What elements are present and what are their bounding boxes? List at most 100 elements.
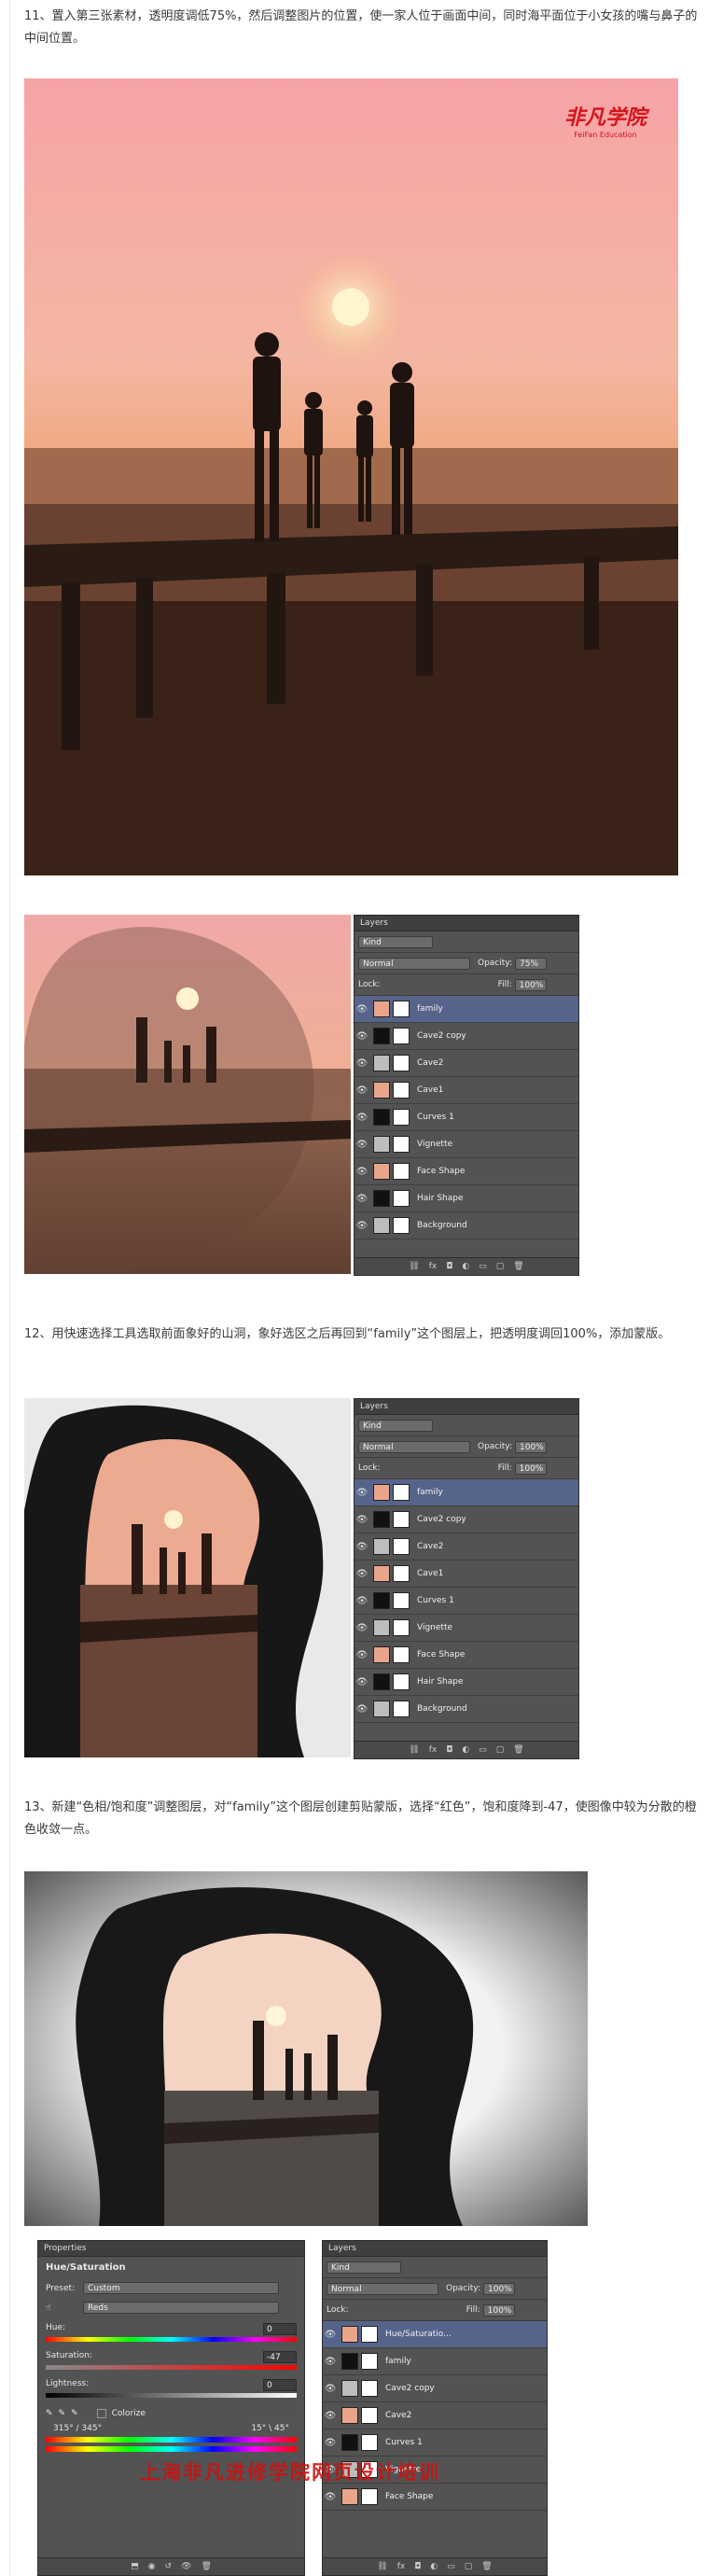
layer-row[interactable]: 👁 Cave2 copy <box>323 2375 547 2402</box>
mask-icon[interactable]: ◘ <box>446 1262 452 1271</box>
visibility-icon[interactable]: 👁 <box>354 1221 369 1231</box>
kind-filter[interactable]: Kind <box>327 2261 401 2274</box>
folder-icon[interactable]: ▭ <box>479 1745 487 1755</box>
visibility-icon[interactable]: 👁 <box>323 2492 338 2502</box>
view-icon[interactable]: ◉ <box>148 2562 156 2571</box>
trash-icon[interactable]: 🗑 <box>201 2562 211 2571</box>
visibility-icon[interactable]: 👁 <box>354 1515 369 1525</box>
folder-icon[interactable]: ▭ <box>479 1262 487 1271</box>
range-bar-top[interactable] <box>46 2437 297 2443</box>
opacity-field[interactable]: 100% <box>483 2282 515 2295</box>
layer-row[interactable]: 👁 Hue/Saturatio... <box>323 2321 547 2348</box>
adjustment-icon[interactable]: ◐ <box>462 1745 469 1755</box>
visibility-icon[interactable]: 👁 <box>354 1704 369 1715</box>
layer-row[interactable]: 👁 Face Shape <box>323 2484 547 2511</box>
layer-row[interactable]: 👁 Face Shape <box>354 1158 578 1185</box>
visibility-icon[interactable]: 👁 <box>354 1085 369 1096</box>
layer-row[interactable]: 👁 Cave2 <box>354 1533 578 1561</box>
layer-row[interactable]: 👁 Hair Shape <box>354 1669 578 1696</box>
fx-icon[interactable]: fx <box>429 1745 438 1755</box>
layer-row[interactable]: 👁 Curves 1 <box>354 1588 578 1615</box>
opacity-field[interactable]: 75% <box>515 957 547 970</box>
layer-row[interactable]: 👁 Hair Shape <box>354 1185 578 1212</box>
adjustment-icon[interactable]: ◐ <box>462 1262 469 1271</box>
visibility-icon[interactable]: 👁 <box>354 1058 369 1069</box>
trash-icon[interactable]: 🗑 <box>513 1262 523 1271</box>
clip-icon[interactable]: ⬒ <box>131 2562 139 2571</box>
visibility-icon[interactable]: 👁 <box>354 1650 369 1660</box>
visibility-icon[interactable]: 👁 <box>323 2411 338 2421</box>
layer-row[interactable]: 👁 Cave2 copy <box>354 1023 578 1050</box>
opacity-field[interactable]: 100% <box>515 1440 547 1453</box>
layer-row[interactable]: 👁 Vignette <box>354 1131 578 1158</box>
adjustment-icon[interactable]: ◐ <box>430 2562 438 2571</box>
range-bar-bottom[interactable] <box>46 2446 297 2452</box>
visibility-icon[interactable]: 👁 <box>354 1194 369 1204</box>
visibility-icon[interactable]: 👁 <box>354 1140 369 1150</box>
layer-mask-thumbnail <box>393 1511 410 1528</box>
layer-row[interactable]: 👁 Curves 1 <box>354 1104 578 1131</box>
eyedropper-plus-icon[interactable]: ✎ <box>59 2409 66 2418</box>
layer-row[interactable]: 👁 family <box>354 996 578 1023</box>
lightness-field[interactable]: 0 <box>263 2379 297 2391</box>
reset-icon[interactable]: ↺ <box>164 2562 172 2571</box>
eyedropper-minus-icon[interactable]: ✎ <box>71 2409 78 2418</box>
fill-field[interactable]: 100% <box>514 978 547 991</box>
link-icon[interactable]: ⛓ <box>377 2562 387 2571</box>
visibility-icon[interactable]: 👁 <box>354 1488 369 1498</box>
folder-icon[interactable]: ▭ <box>447 2562 455 2571</box>
layer-row[interactable]: 👁 Background <box>354 1696 578 1723</box>
layer-row[interactable]: 👁 Cave1 <box>354 1561 578 1588</box>
feifan-logo: 非凡学院 FeiFan Education <box>564 101 646 139</box>
layer-row[interactable]: 👁 Background <box>354 1212 578 1239</box>
visibility-icon[interactable]: 👁 <box>323 2357 338 2367</box>
fx-icon[interactable]: fx <box>429 1262 438 1271</box>
layer-row[interactable]: 👁 Cave2 <box>323 2402 547 2429</box>
layer-row[interactable]: 👁 Curves 1 <box>323 2429 547 2457</box>
link-icon[interactable]: ⛓ <box>409 1745 419 1755</box>
visibility-icon[interactable]: 👁 <box>323 2438 338 2448</box>
eyedropper-icon[interactable]: ✎ <box>46 2409 53 2418</box>
visibility-icon[interactable]: 👁 <box>323 2384 338 2394</box>
visibility-icon[interactable]: 👁 <box>354 1569 369 1579</box>
layer-row[interactable]: 👁 Cave2 <box>354 1050 578 1077</box>
mask-icon[interactable]: ◘ <box>414 2562 421 2571</box>
hue-field[interactable]: 0 <box>263 2323 297 2335</box>
layer-row[interactable]: 👁 Face Shape <box>354 1642 578 1669</box>
trash-icon[interactable]: 🗑 <box>481 2562 492 2571</box>
visibility-icon[interactable]: 👁 <box>354 1623 369 1633</box>
new-layer-icon[interactable]: ▢ <box>465 2562 473 2571</box>
visibility-icon[interactable]: 👁 <box>354 1167 369 1177</box>
layer-row[interactable]: 👁 Cave1 <box>354 1077 578 1104</box>
fill-field[interactable]: 100% <box>514 1462 547 1475</box>
link-icon[interactable]: ⛓ <box>409 1262 419 1271</box>
layer-row[interactable]: 👁 family <box>323 2348 547 2375</box>
visibility-icon[interactable]: 👁 <box>354 1677 369 1687</box>
hand-tool-icon[interactable]: ☝ <box>46 2303 83 2313</box>
colorize-checkbox[interactable] <box>96 2409 106 2418</box>
layer-row[interactable]: 👁 Vignette <box>354 1615 578 1642</box>
visibility-icon[interactable]: 👁 <box>181 2562 191 2571</box>
new-layer-icon[interactable]: ▢ <box>496 1262 505 1271</box>
blend-mode-select[interactable]: Normal <box>327 2282 438 2295</box>
fill-field[interactable]: 100% <box>482 2303 515 2317</box>
channel-select[interactable]: Reds <box>83 2302 279 2314</box>
fx-icon[interactable]: fx <box>397 2562 406 2571</box>
trash-icon[interactable]: 🗑 <box>513 1745 523 1755</box>
visibility-icon[interactable]: 👁 <box>354 1113 369 1123</box>
visibility-icon[interactable]: 👁 <box>354 1596 369 1606</box>
visibility-icon[interactable]: 👁 <box>354 1031 369 1042</box>
layer-row[interactable]: 👁 Cave2 copy <box>354 1506 578 1533</box>
saturation-field[interactable]: -47 <box>263 2351 297 2363</box>
kind-filter[interactable]: Kind <box>358 935 433 948</box>
blend-mode-select[interactable]: Normal <box>358 1440 470 1453</box>
preset-select[interactable]: Custom <box>83 2282 279 2294</box>
visibility-icon[interactable]: 👁 <box>354 1542 369 1552</box>
visibility-icon[interactable]: 👁 <box>354 1004 369 1015</box>
layer-row[interactable]: 👁 family <box>354 1479 578 1506</box>
new-layer-icon[interactable]: ▢ <box>496 1745 505 1755</box>
visibility-icon[interactable]: 👁 <box>323 2330 338 2340</box>
kind-filter[interactable]: Kind <box>358 1419 433 1432</box>
mask-icon[interactable]: ◘ <box>446 1745 452 1755</box>
blend-mode-select[interactable]: Normal <box>358 957 470 970</box>
